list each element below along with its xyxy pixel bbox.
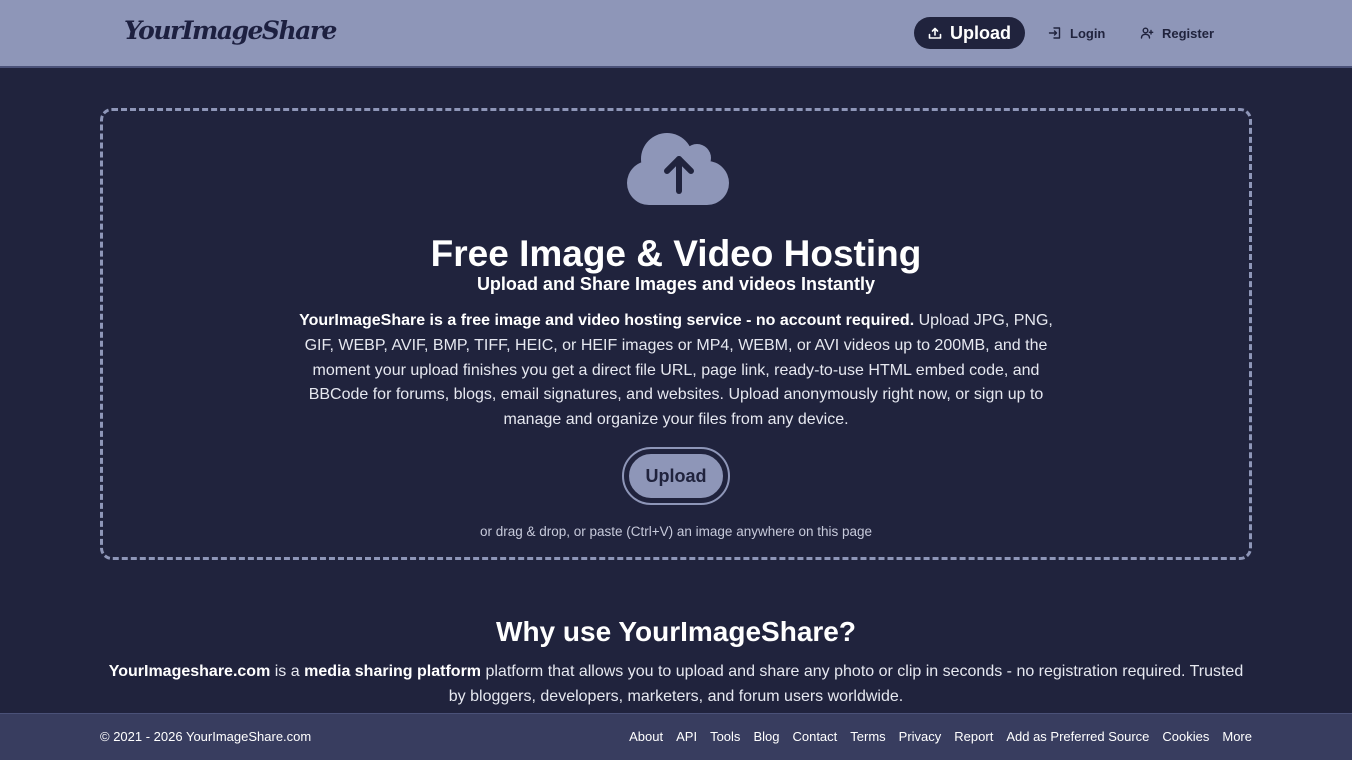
footer-link-blog[interactable]: Blog [753, 729, 779, 744]
site-footer: © 2021 - 2026 YourImageShare.com About A… [0, 713, 1352, 760]
footer-link-contact[interactable]: Contact [792, 729, 837, 744]
drop-hint: or drag & drop, or paste (Ctrl+V) an ima… [479, 524, 873, 539]
hero-subtitle: Upload and Share Images and videos Insta… [476, 274, 876, 294]
cloud-upload-icon [627, 131, 731, 207]
copyright: © 2021 - 2026 YourImageShare.com [100, 729, 312, 744]
footer-link-about[interactable]: About [629, 729, 663, 744]
footer-link-cookies[interactable]: Cookies [1162, 729, 1209, 744]
upload-dropzone[interactable]: Free Image & Video Hosting Upload and Sh… [100, 108, 1252, 560]
login-label: Login [1070, 25, 1106, 41]
register-label: Register [1162, 25, 1215, 41]
site-logo[interactable]: YourImageShare [124, 16, 337, 45]
footer-link-terms[interactable]: Terms [850, 729, 885, 744]
footer-link-api[interactable]: API [676, 729, 697, 744]
footer-link-more[interactable]: More [1222, 729, 1252, 744]
why-rest: platform that allows you to upload and s… [448, 663, 1244, 705]
header-upload-label: Upload [950, 22, 1011, 43]
footer-links: About API Tools Blog Contact Terms Priva… [629, 729, 1252, 744]
main-upload-button[interactable]: Upload [622, 447, 730, 505]
main-upload-button-label: Upload [627, 452, 725, 500]
hero-description: YourImageShare is a free image and video… [296, 309, 1056, 433]
footer-link-report[interactable]: Report [954, 729, 993, 744]
user-plus-icon [1140, 26, 1154, 40]
why-title: Why use YourImageShare? [496, 616, 856, 647]
why-platform: media sharing platform [304, 663, 482, 680]
why-site-name: YourImageshare.com [108, 663, 271, 680]
login-icon [1048, 26, 1062, 40]
upload-tray-icon [928, 26, 942, 40]
why-is-text: is a [270, 663, 305, 680]
footer-link-preferred-source[interactable]: Add as Preferred Source [1006, 729, 1149, 744]
header-upload-button[interactable]: Upload [914, 17, 1025, 49]
footer-link-privacy[interactable]: Privacy [899, 729, 942, 744]
site-header: YourImageShare Upload Login Register [0, 0, 1352, 68]
register-link[interactable]: Register [1140, 24, 1214, 42]
footer-link-tools[interactable]: Tools [710, 729, 740, 744]
hero-description-lead: YourImageShare is a free image and video… [299, 312, 915, 329]
login-link[interactable]: Login [1048, 24, 1105, 42]
why-description: YourImageshare.com is a media sharing pl… [100, 660, 1252, 710]
hero-description-body: Upload JPG, PNG, GIF, WEBP, AVIF, BMP, T… [304, 312, 1053, 429]
hero-title: Free Image & Video Hosting [430, 233, 922, 274]
